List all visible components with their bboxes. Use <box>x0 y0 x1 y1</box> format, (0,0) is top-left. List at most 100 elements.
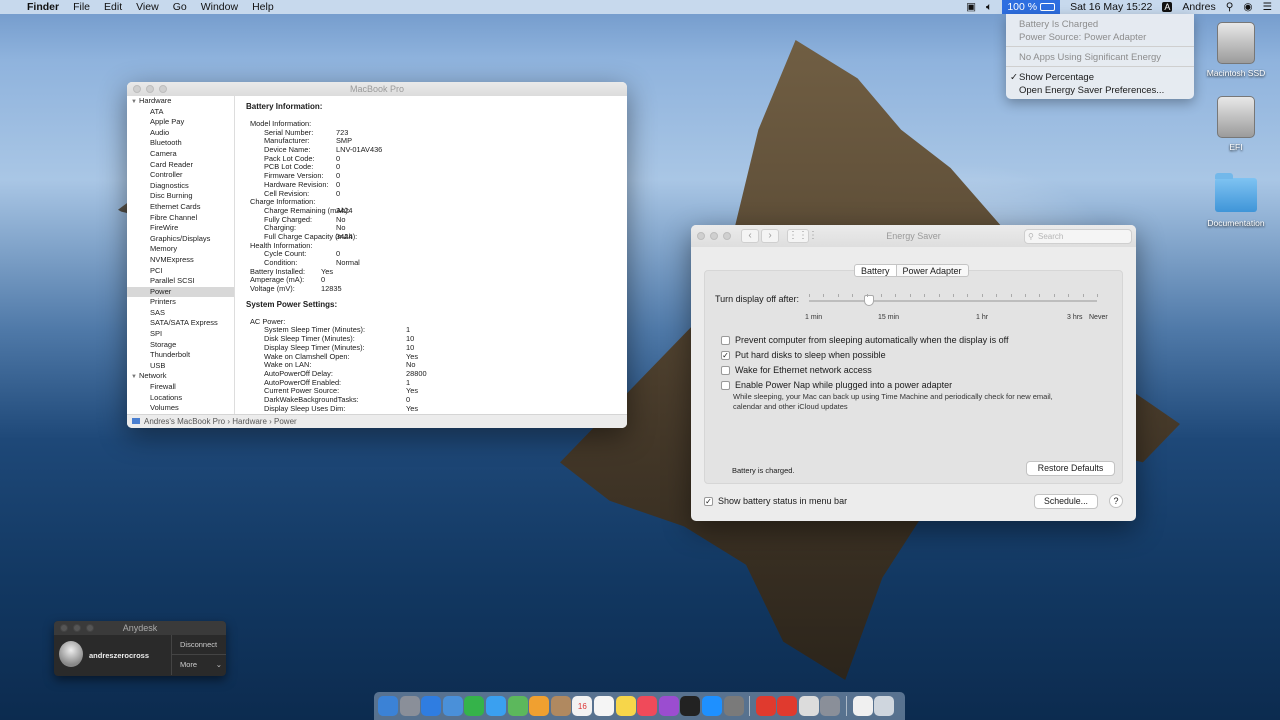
spotlight-icon[interactable]: ⚲ <box>1226 1 1234 13</box>
preview-icon[interactable] <box>798 696 819 716</box>
sidebar-item[interactable]: SPI <box>127 329 234 340</box>
sidebar-item[interactable]: Volumes <box>127 403 234 414</box>
title-bar[interactable]: Anydesk <box>54 621 226 635</box>
clock[interactable]: Sat 16 May 15:22 <box>1070 1 1152 13</box>
menu-finder[interactable]: Finder <box>27 1 59 13</box>
search-field[interactable]: Search ⚲ <box>1024 229 1132 244</box>
disclosure-triangle-icon[interactable]: ▼ <box>131 99 137 105</box>
menu-file[interactable]: File <box>73 1 90 13</box>
sidebar-item[interactable]: Bluetooth <box>127 138 234 149</box>
checkbox-box[interactable]: ✓ <box>721 350 730 360</box>
sidebar-item[interactable]: Thunderbolt <box>127 350 234 361</box>
music-icon[interactable] <box>637 696 658 716</box>
sidebar-item[interactable]: FireWire <box>127 223 234 234</box>
sidebar-item[interactable]: Controller <box>127 170 234 181</box>
siri-icon[interactable]: ◉ <box>1243 1 1252 13</box>
tab-power-adapter[interactable]: Power Adapter <box>896 264 969 277</box>
checkbox-box[interactable] <box>721 335 730 345</box>
notification-center-icon[interactable]: ☰ <box>1263 1 1272 13</box>
sidebar-item[interactable]: Memory <box>127 244 234 255</box>
battery-status-item[interactable]: 100 % <box>1002 0 1061 14</box>
title-bar[interactable]: ‹ › ⋮⋮⋮ Energy Saver Search ⚲ <box>691 225 1136 247</box>
menu-window[interactable]: Window <box>201 1 238 13</box>
sidebar-item[interactable]: Fibre Channel <box>127 213 234 224</box>
desktop-icon-macintosh-ssd[interactable]: Macintosh SSD <box>1198 22 1274 78</box>
menu-view[interactable]: View <box>136 1 159 13</box>
disconnect-button[interactable]: Disconnect <box>171 635 226 655</box>
sidebar-item[interactable]: Diagnostics <box>127 181 234 192</box>
sidebar-item[interactable]: Disc Burning <box>127 191 234 202</box>
sidebar-group[interactable]: ▼ Network <box>127 371 234 382</box>
sidebar-item[interactable]: Audio <box>127 128 234 139</box>
podcasts-icon[interactable] <box>658 696 679 716</box>
desktop-icon-efi[interactable]: EFI <box>1198 96 1274 152</box>
battery-menu-show-percentage[interactable]: ✓ Show Percentage <box>1006 70 1194 83</box>
show-battery-status-checkbox[interactable]: ✓ Show battery status in menu bar <box>704 496 847 506</box>
installer-icon[interactable] <box>820 696 841 716</box>
sidebar-group[interactable]: ▼ Hardware <box>127 96 234 107</box>
maps-icon[interactable] <box>507 696 528 716</box>
tv-icon[interactable] <box>680 696 701 716</box>
document-icon[interactable] <box>852 696 873 716</box>
system-preferences-icon[interactable] <box>723 696 744 716</box>
sidebar-item[interactable]: Printers <box>127 297 234 308</box>
sidebar-item[interactable]: Firewall <box>127 382 234 393</box>
notes-icon[interactable] <box>615 696 636 716</box>
sidebar-item[interactable]: Power <box>127 286 234 298</box>
restore-defaults-button[interactable]: Restore Defaults <box>1026 461 1115 476</box>
input-source-icon[interactable]: A <box>1162 2 1173 12</box>
contacts-icon[interactable] <box>550 696 571 716</box>
input-monitor-icon[interactable]: ▣ <box>966 1 976 13</box>
help-button[interactable]: ? <box>1109 494 1123 508</box>
sidebar-item[interactable]: PCI <box>127 266 234 277</box>
finder-icon[interactable] <box>378 696 398 716</box>
trash-icon[interactable] <box>874 696 895 716</box>
sidebar-item[interactable]: NVMExpress <box>127 255 234 266</box>
sidebar-item[interactable]: SATA/SATA Express <box>127 318 234 329</box>
chevron-down-icon: ⌄ <box>215 660 222 669</box>
more-button[interactable]: More ⌄ <box>171 655 226 675</box>
app-store-icon[interactable] <box>701 696 722 716</box>
tab-battery[interactable]: Battery <box>854 264 897 277</box>
menu-go[interactable]: Go <box>173 1 187 13</box>
sidebar-item[interactable]: Card Reader <box>127 160 234 171</box>
launchpad-icon[interactable] <box>399 696 420 716</box>
user-menu[interactable]: Andres <box>1182 1 1215 13</box>
battery-menu-open-prefs[interactable]: Open Energy Saver Preferences... <box>1006 83 1194 96</box>
calendar-icon[interactable]: 16 <box>572 696 593 716</box>
power-nap-checkbox[interactable]: Enable Power Nap while plugged into a po… <box>721 380 952 390</box>
checkbox-box[interactable] <box>721 380 730 390</box>
facetime-icon[interactable] <box>464 696 485 716</box>
anydesk-alt-icon[interactable] <box>777 696 798 716</box>
display-sleep-slider[interactable] <box>809 294 1098 306</box>
sidebar-item[interactable]: SAS <box>127 308 234 319</box>
checkbox-box[interactable]: ✓ <box>704 496 713 506</box>
sidebar-item[interactable]: ATA <box>127 107 234 118</box>
reminders-icon[interactable] <box>593 696 614 716</box>
volume-icon[interactable]: 🔈︎ <box>986 1 992 14</box>
sidebar-item[interactable]: Locations <box>127 393 234 404</box>
disclosure-triangle-icon[interactable]: ▼ <box>131 374 137 380</box>
photos-icon[interactable] <box>529 696 550 716</box>
desktop-icon-documentation[interactable]: Documentation <box>1198 172 1274 228</box>
menu-help[interactable]: Help <box>252 1 274 13</box>
messages-icon[interactable] <box>485 696 506 716</box>
sidebar-item[interactable]: Apple Pay <box>127 117 234 128</box>
sidebar-item[interactable]: USB <box>127 361 234 372</box>
sidebar-item[interactable]: Graphics/Displays <box>127 234 234 245</box>
disk-sleep-checkbox[interactable]: ✓ Put hard disks to sleep when possible <box>721 350 886 360</box>
sidebar-item[interactable]: Ethernet Cards <box>127 202 234 213</box>
menu-edit[interactable]: Edit <box>104 1 122 13</box>
wake-ethernet-checkbox[interactable]: Wake for Ethernet network access <box>721 365 872 375</box>
schedule-button[interactable]: Schedule... <box>1034 494 1098 509</box>
mail-icon[interactable] <box>442 696 463 716</box>
sidebar-item[interactable]: Storage <box>127 340 234 351</box>
safari-icon[interactable] <box>421 696 442 716</box>
prevent-sleep-checkbox[interactable]: Prevent computer from sleeping automatic… <box>721 335 1008 345</box>
sidebar-item[interactable]: Camera <box>127 149 234 160</box>
info-row: Display Sleep Uses Dim: Yes <box>246 404 627 414</box>
checkbox-box[interactable] <box>721 365 730 375</box>
title-bar[interactable]: MacBook Pro <box>127 82 627 96</box>
sidebar-item[interactable]: Parallel SCSI <box>127 276 234 287</box>
anydesk-icon[interactable] <box>755 696 776 716</box>
